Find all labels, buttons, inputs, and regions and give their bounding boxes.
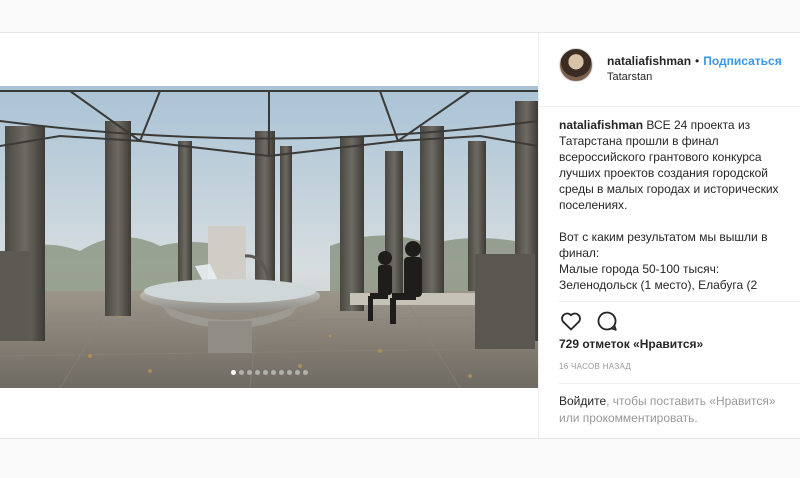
divider: [559, 301, 800, 302]
post-caption: nataliafishman ВСЕ 24 проекта из Татарст…: [559, 117, 795, 329]
pavilion-render-image: [0, 86, 538, 388]
post-timestamp[interactable]: 16 часов назад: [559, 362, 631, 371]
author-username-link[interactable]: nataliafishman: [607, 54, 691, 68]
caption-paragraph-2-line-1: Вот с каким результатом мы вышли в финал…: [559, 230, 768, 260]
heart-icon[interactable]: [559, 309, 583, 333]
comment-icon[interactable]: [595, 309, 619, 333]
caption-username-link[interactable]: nataliafishman: [559, 118, 643, 132]
post-media: [0, 33, 538, 438]
carousel-dot[interactable]: [286, 370, 292, 375]
carousel-dot[interactable]: [254, 370, 260, 375]
carousel-dot[interactable]: [270, 370, 276, 375]
post-sidebar: nataliafishman • Подписаться Tatarstan nat…: [538, 33, 800, 438]
carousel-indicator: [0, 370, 538, 375]
caption-paragraph-1: ВСЕ 24 проекта из Татарстана прошли в фи…: [559, 118, 779, 212]
instagram-post: nataliafishman • Подписаться Tatarstan nat…: [0, 32, 800, 439]
post-header: nataliafishman • Подписаться Tatarstan: [539, 33, 800, 107]
login-link[interactable]: Войдите: [559, 394, 606, 408]
carousel-dot[interactable]: [302, 370, 308, 375]
caption-paragraph-2-line-3: Зеленодольск (1 место), Елабуга (2: [559, 278, 758, 292]
author-line: nataliafishman • Подписаться: [607, 54, 782, 68]
carousel-dot-active[interactable]: [230, 370, 236, 375]
carousel-dot[interactable]: [246, 370, 252, 375]
divider: [559, 383, 800, 384]
login-prompt-text: , чтобы поставить «Нравится»: [606, 394, 776, 408]
carousel-dot[interactable]: [278, 370, 284, 375]
login-prompt-text-2: или прокомментировать.: [559, 411, 698, 425]
post-photo[interactable]: [0, 86, 538, 388]
location-link[interactable]: Tatarstan: [607, 71, 652, 83]
follow-button[interactable]: Подписаться: [703, 54, 781, 68]
caption-paragraph-2-line-2: Малые города 50-100 тысяч:: [559, 262, 720, 276]
likes-count[interactable]: 729 отметок «Нравится»: [559, 337, 703, 351]
separator-dot: •: [695, 54, 700, 68]
author-avatar[interactable]: [559, 48, 593, 82]
carousel-dot[interactable]: [238, 370, 244, 375]
carousel-dot[interactable]: [294, 370, 300, 375]
login-prompt: Войдите, чтобы поставить «Нравится» или …: [559, 393, 795, 427]
carousel-dot[interactable]: [262, 370, 268, 375]
